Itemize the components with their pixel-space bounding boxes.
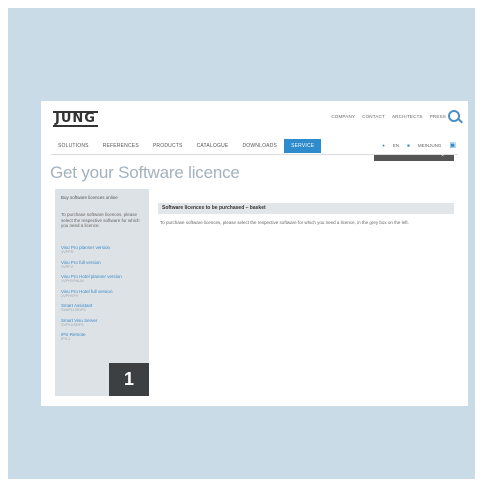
software-link[interactable]: Visu Pro Hotel full version 1VPHVFV bbox=[61, 289, 145, 299]
nav-utilities: ● EN ■ MEINJUNG ▣ bbox=[382, 141, 456, 149]
language-selector[interactable]: EN bbox=[393, 143, 399, 148]
location-pin-icon[interactable]: ● bbox=[382, 143, 385, 148]
top-link-contact[interactable]: CONTACT bbox=[362, 114, 385, 119]
dropdown-bar[interactable]: × bbox=[374, 153, 454, 161]
software-link-code: 1VPFV bbox=[61, 264, 74, 269]
software-link[interactable]: Visu Pro Hotel planner version 1VPHVPALW bbox=[61, 274, 145, 284]
software-link-code: 1VPPR bbox=[61, 250, 74, 254]
nav-service[interactable]: SERVICE bbox=[284, 139, 322, 153]
search-icon[interactable] bbox=[448, 110, 460, 122]
top-link-company[interactable]: COMPANY bbox=[331, 114, 355, 119]
background-frame: JUNG COMPANY CONTACT ARCHITECTS PRESS SO… bbox=[8, 8, 475, 479]
sidebar-description: To purchase software licences, please se… bbox=[61, 212, 140, 228]
nav-products[interactable]: PRODUCTS bbox=[146, 139, 190, 153]
sidebar-heading: Buy software licences online bbox=[61, 195, 118, 200]
top-link-press[interactable]: PRESS bbox=[430, 114, 446, 119]
main-nav: SOLUTIONS REFERENCES PRODUCTS CATALOGUE … bbox=[51, 139, 322, 153]
jung-logo[interactable]: JUNG bbox=[53, 111, 98, 127]
software-link-code: 1VPHVPALW bbox=[61, 279, 84, 283]
user-icon[interactable]: ■ bbox=[407, 143, 410, 148]
basket-section: Software licences to be purchased – bask… bbox=[158, 203, 454, 226]
software-link-code: IPS-1 bbox=[61, 337, 71, 341]
nav-catalogue[interactable]: CATALOGUE bbox=[190, 139, 236, 153]
page-title: Get your Software licence bbox=[50, 163, 240, 182]
software-link[interactable]: Smart Visu Server SVPLUSDFS bbox=[61, 318, 145, 328]
software-link[interactable]: Visu Pro full version 1VPFV bbox=[61, 260, 145, 270]
software-link-code: 1VPHVFV bbox=[61, 293, 79, 298]
account-link[interactable]: MEINJUNG bbox=[418, 143, 442, 148]
nav-references[interactable]: REFERENCES bbox=[96, 139, 146, 153]
software-link[interactable]: Smart Assistant SVAPLUSDFS bbox=[61, 303, 145, 313]
software-link-code: SVPLUSDFS bbox=[61, 322, 84, 327]
software-link[interactable]: IPS-Remote IPS-1 bbox=[61, 332, 145, 342]
software-link-code: SVAPLUSDFS bbox=[61, 308, 86, 312]
section-title: Software licences to be purchased – bask… bbox=[158, 203, 454, 214]
instructions-text: To purchase software licences, please se… bbox=[160, 220, 409, 225]
software-links: Visu Pro planner version 1VPPR Visu Pro … bbox=[61, 245, 145, 347]
nav-downloads[interactable]: DOWNLOADS bbox=[235, 139, 284, 153]
nav-solutions[interactable]: SOLUTIONS bbox=[51, 139, 96, 153]
top-link-architects[interactable]: ARCHITECTS bbox=[392, 114, 423, 119]
dropdown-close-icon[interactable]: × bbox=[441, 153, 444, 159]
top-links: COMPANY CONTACT ARCHITECTS PRESS bbox=[331, 114, 446, 119]
cart-icon[interactable]: ▣ bbox=[449, 141, 456, 149]
step-number-badge: 1 bbox=[109, 363, 149, 396]
website-screenshot: JUNG COMPANY CONTACT ARCHITECTS PRESS SO… bbox=[41, 101, 468, 406]
software-link[interactable]: Visu Pro planner version 1VPPR bbox=[61, 245, 145, 255]
